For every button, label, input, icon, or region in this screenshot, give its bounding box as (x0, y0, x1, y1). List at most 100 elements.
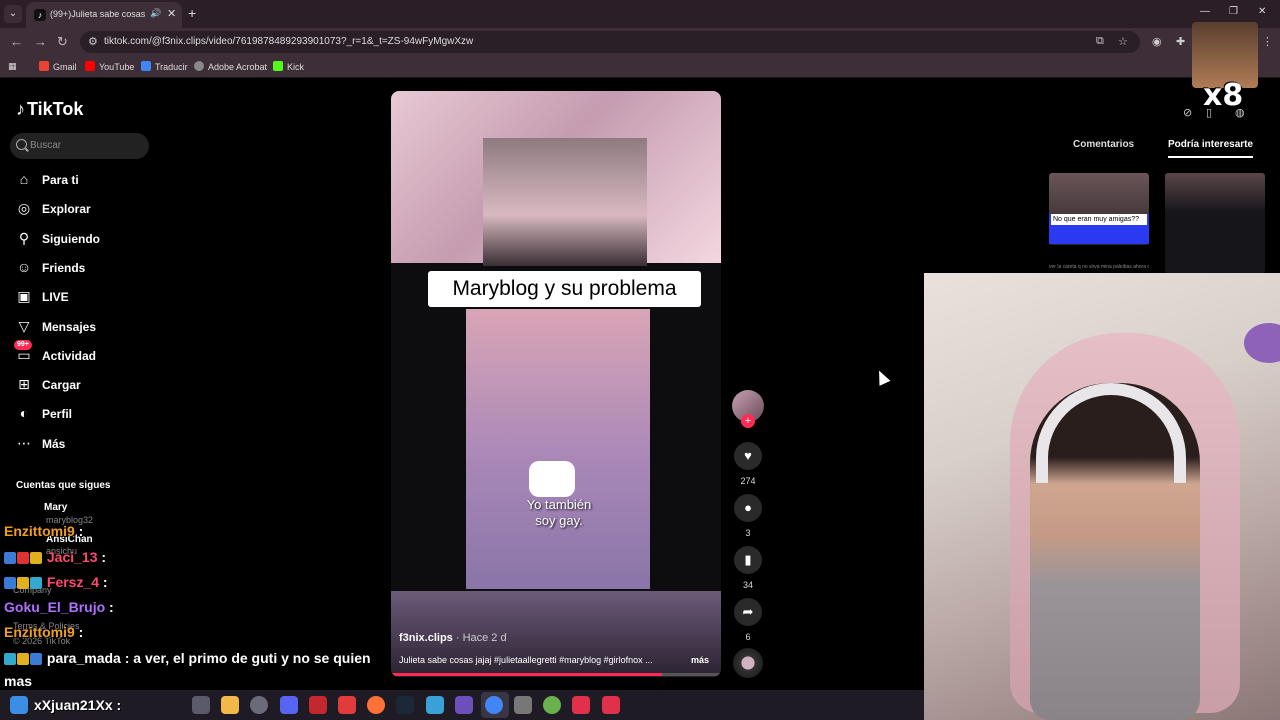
comment-icon: ● (744, 500, 752, 515)
chat-message: a ver, el primo de guti y no se quien (133, 650, 371, 666)
maximize-icon[interactable]: ❐ (1229, 6, 1238, 17)
chrome-icon[interactable] (485, 696, 503, 714)
extension-icon[interactable]: ◉ (1152, 35, 1162, 48)
close-window-icon[interactable]: ✕ (1258, 6, 1266, 17)
video-inner-clip (466, 309, 650, 589)
forward-icon[interactable]: → (34, 34, 47, 49)
home-icon: ⌂ (19, 171, 29, 187)
following-accounts-title: Cuentas que sigues (16, 480, 111, 491)
video-player[interactable]: Maryblog y su problema Yo también soy ga… (391, 91, 721, 677)
share-button[interactable]: ➦ (734, 598, 762, 626)
comment-button[interactable]: ● (734, 494, 762, 522)
chat-badges-icon (4, 652, 43, 668)
discord-icon[interactable] (280, 696, 298, 714)
streamer-webcam (924, 273, 1280, 720)
search-icon (16, 139, 27, 150)
chat-user: Mary (44, 502, 68, 513)
compass-small-icon[interactable]: ⊘ (1183, 106, 1192, 119)
file-explorer-icon[interactable] (221, 696, 239, 714)
minimize-icon[interactable]: — (1200, 6, 1210, 17)
chat-line: para_mada : a ver, el primo de guti y no… (4, 650, 371, 668)
search-input[interactable]: Buscar (10, 133, 149, 159)
red-app-icon-2[interactable] (602, 696, 620, 714)
follow-plus-icon[interactable]: + (741, 414, 755, 428)
chat-user: para_mada (46, 650, 121, 666)
video-progress-bar[interactable] (391, 673, 721, 676)
tab-podria-interesarte[interactable]: Podría interesarte (1168, 139, 1254, 158)
speaker-icon[interactable]: 🔊 (150, 8, 161, 19)
tab-comentarios[interactable]: Comentarios (1073, 139, 1134, 150)
windows-start-icon[interactable] (10, 696, 28, 714)
chat-line: mas (4, 673, 32, 689)
chat-user: xXjuan21Xx (34, 697, 113, 713)
steam-icon[interactable] (396, 696, 414, 714)
anydesk-icon[interactable] (338, 696, 356, 714)
sidebar-item-mas[interactable]: ⋯ Más (14, 434, 154, 456)
install-app-icon[interactable]: ⧉ (1096, 35, 1104, 48)
site-info-icon[interactable]: ⚙ (88, 35, 98, 48)
apps-grid-icon[interactable]: ▦ (8, 61, 17, 72)
video-author[interactable]: f3nix.clips · Hace 2 d (399, 632, 507, 644)
translate-icon (141, 61, 151, 71)
share-icon: ➦ (742, 604, 754, 619)
sidebar-item-actividad[interactable]: ▭ 99+ Actividad (14, 340, 154, 368)
tiktok-logo[interactable]: ♪ TikTok (16, 99, 83, 120)
chat-user: Enzittomi9 (4, 624, 75, 640)
settings-app-icon[interactable] (250, 696, 268, 714)
video-progress-fill (391, 673, 662, 676)
bookmark-kick[interactable]: Kick (273, 61, 304, 72)
tab-search-button[interactable]: ⌄ (4, 5, 22, 23)
video-more-link[interactable]: más (691, 655, 709, 665)
obs-icon[interactable] (455, 696, 473, 714)
app-icon[interactable] (426, 696, 444, 714)
chat-user: Goku_El_Brujo (4, 599, 106, 615)
green-app-icon[interactable] (543, 696, 561, 714)
plush-toy (1244, 323, 1280, 363)
tab-bar: ⌄ ♪ (99+)Julieta sabe cosas jaja 🔊 ✕ + —… (0, 0, 1280, 28)
sidebar-item-siguiendo[interactable]: ⚲ Siguiendo (14, 229, 154, 251)
address-bar[interactable]: ⚙ tiktok.com/@f3nix.clips/video/76198784… (80, 31, 1140, 53)
bookmark-traducir[interactable]: Traducir (141, 61, 188, 72)
browser-tab[interactable]: ♪ (99+)Julieta sabe cosas jaja 🔊 ✕ (26, 2, 182, 28)
sidebar-item-mensajes[interactable]: ▽ Mensajes (14, 317, 154, 339)
tiktok-favicon-icon: ♪ (34, 9, 46, 21)
chat-line: Enzittomi9 : (4, 523, 84, 539)
cat-sticker-icon (529, 461, 575, 497)
sidebar-item-friends[interactable]: ☺ Friends (14, 258, 154, 280)
tiktok-note-icon: ♪ (16, 99, 25, 119)
like-button[interactable]: ♥ (734, 442, 762, 470)
like-count: 274 (740, 476, 756, 486)
video-caption: Yo también soy gay. (526, 497, 592, 528)
chat-line: Mary (44, 502, 67, 513)
task-view-icon[interactable] (192, 696, 210, 714)
gmail-icon (39, 61, 49, 71)
save-button[interactable]: ▮ (734, 546, 762, 574)
reload-icon[interactable]: ↻ (57, 34, 68, 50)
news-app-icon[interactable] (309, 696, 327, 714)
suggested-video-thumb[interactable] (1165, 173, 1265, 273)
red-app-icon[interactable] (572, 696, 590, 714)
bookmark-youtube[interactable]: YouTube (85, 61, 134, 72)
sidebar-item-explorar[interactable]: ◎ Explorar (14, 199, 154, 221)
video-description: Julieta sabe cosas jajaj #julietaallegre… (399, 655, 653, 665)
extensions-puzzle-icon[interactable]: ✚ (1176, 35, 1185, 48)
close-tab-icon[interactable]: ✕ (167, 7, 176, 20)
sidebar-item-perfil[interactable]: ◐ Perfil (14, 404, 154, 426)
browser-menu-icon[interactable]: ⋮ (1262, 35, 1273, 48)
heart-icon: ♥ (744, 448, 752, 463)
sidebar-item-para-ti[interactable]: ⌂ Para ti (14, 170, 154, 192)
sidebar-item-live[interactable]: ▣ LIVE (14, 287, 154, 309)
kick-icon (273, 61, 283, 71)
url-text: tiktok.com/@f3nix.clips/video/7619878489… (104, 36, 474, 47)
bookmark-adobe-acrobat[interactable]: Adobe Acrobat (194, 61, 267, 72)
gear-app-icon[interactable] (514, 696, 532, 714)
firefox-icon[interactable] (367, 696, 385, 714)
back-icon[interactable]: ← (10, 34, 23, 49)
bookmark-gmail[interactable]: Gmail (39, 61, 77, 72)
bookmark-star-icon[interactable]: ☆ (1118, 35, 1128, 48)
browser-toolbar: ← → ↻ ⚙ tiktok.com/@f3nix.clips/video/76… (0, 28, 1280, 56)
music-disc-icon[interactable] (733, 648, 763, 678)
sidebar-item-cargar[interactable]: ⊞ Cargar (14, 375, 154, 397)
new-tab-button[interactable]: + (188, 5, 196, 21)
chat-line: xXjuan21Xx : (34, 697, 122, 713)
